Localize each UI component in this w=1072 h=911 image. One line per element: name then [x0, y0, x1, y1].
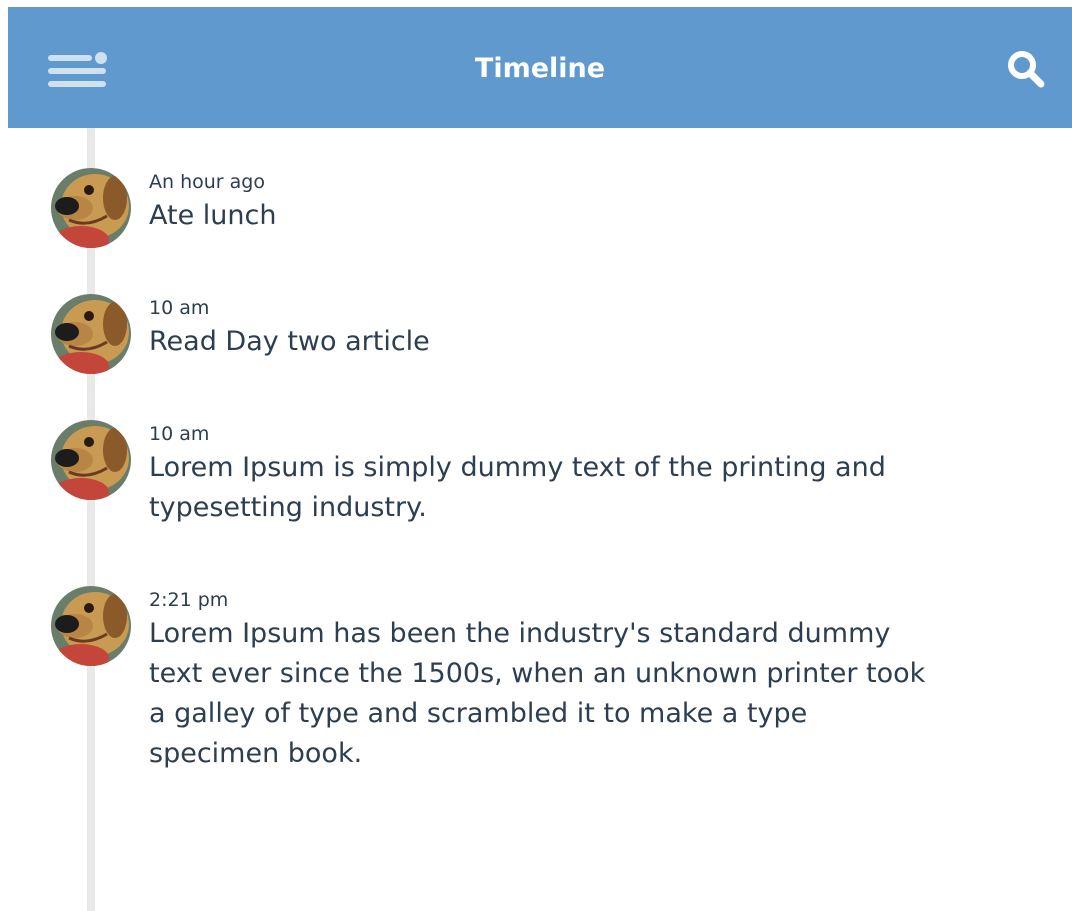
entry-text: Read Day two article — [149, 326, 430, 357]
avatar — [51, 168, 131, 248]
entry-text: Lorem Ipsum has been the industry's stan… — [149, 618, 926, 769]
app-header: Timeline — [8, 7, 1072, 128]
page-title: Timeline — [474, 53, 606, 84]
entry-text: Lorem Ipsum is simply dummy text of the … — [149, 452, 886, 523]
entry-text: Ate lunch — [149, 200, 277, 231]
dog-avatar-icon — [51, 420, 131, 500]
avatar — [51, 586, 131, 666]
entry-time: 10 am — [149, 423, 210, 445]
entry-time: 10 am — [149, 297, 210, 319]
entry-time: 2:21 pm — [149, 589, 229, 611]
dog-avatar-icon — [51, 168, 131, 248]
entry-time: An hour ago — [149, 171, 265, 193]
dog-avatar-icon — [51, 294, 131, 374]
avatar — [51, 294, 131, 374]
dog-avatar-icon — [51, 586, 131, 666]
search-button[interactable] — [1006, 49, 1046, 89]
avatar — [51, 420, 131, 500]
search-icon — [1008, 51, 1045, 88]
